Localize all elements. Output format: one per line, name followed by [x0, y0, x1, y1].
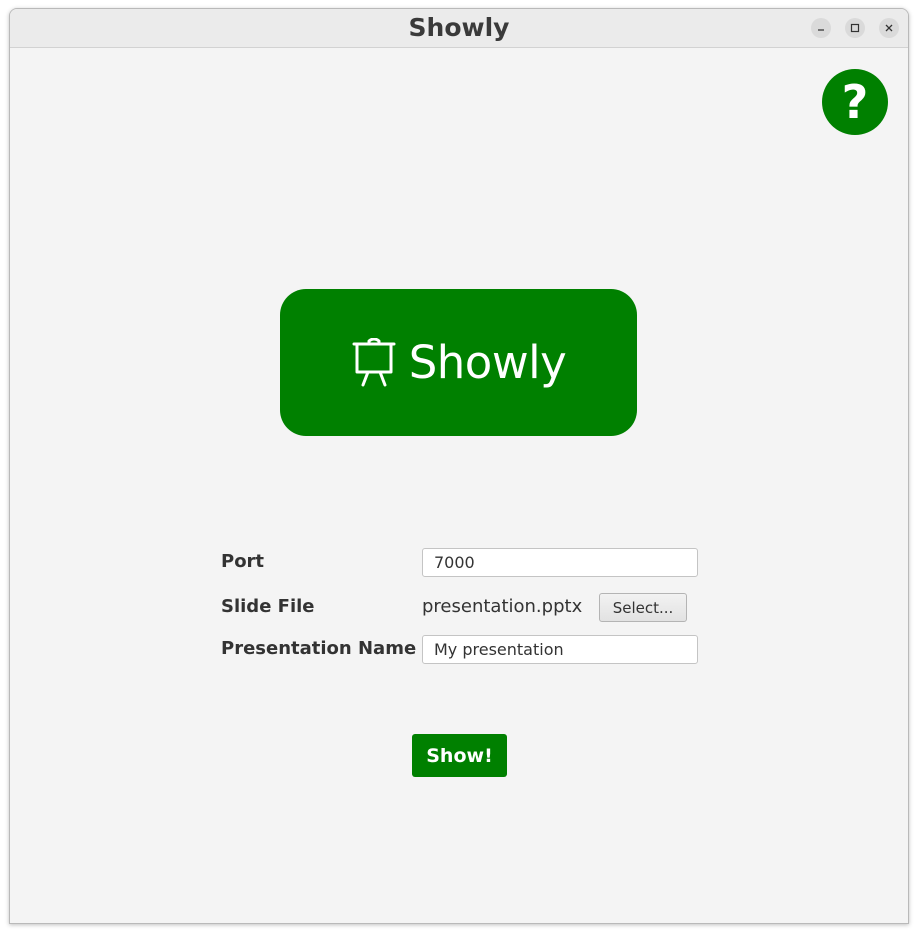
showly-logo: Showly: [280, 289, 637, 436]
logo-text: Showly: [408, 335, 567, 389]
close-button[interactable]: [879, 18, 899, 38]
close-icon: [885, 24, 893, 32]
help-button[interactable]: ?: [822, 69, 888, 135]
title-bar[interactable]: Showly: [10, 9, 908, 48]
presentation-easel-icon: [352, 337, 396, 386]
slide-file-name: presentation.pptx: [422, 596, 583, 617]
help-icon: ?: [841, 75, 869, 129]
port-label: Port: [221, 551, 265, 572]
maximize-button[interactable]: [845, 18, 865, 38]
minimize-button[interactable]: [811, 18, 831, 38]
logo-content: Showly: [351, 335, 567, 389]
port-input[interactable]: [422, 548, 698, 577]
presentation-name-label: Presentation Name: [221, 638, 417, 659]
presentation-name-input[interactable]: [422, 635, 698, 664]
maximize-icon: [850, 23, 860, 33]
minimize-icon: [818, 29, 824, 31]
window-title: Showly: [408, 13, 510, 42]
show-button[interactable]: Show!: [412, 734, 507, 777]
app-window: Showly ? Showly Port 7000 Slide File pre…: [9, 8, 909, 924]
select-file-button[interactable]: Select...: [599, 593, 687, 622]
slide-file-label: Slide File: [221, 596, 315, 617]
